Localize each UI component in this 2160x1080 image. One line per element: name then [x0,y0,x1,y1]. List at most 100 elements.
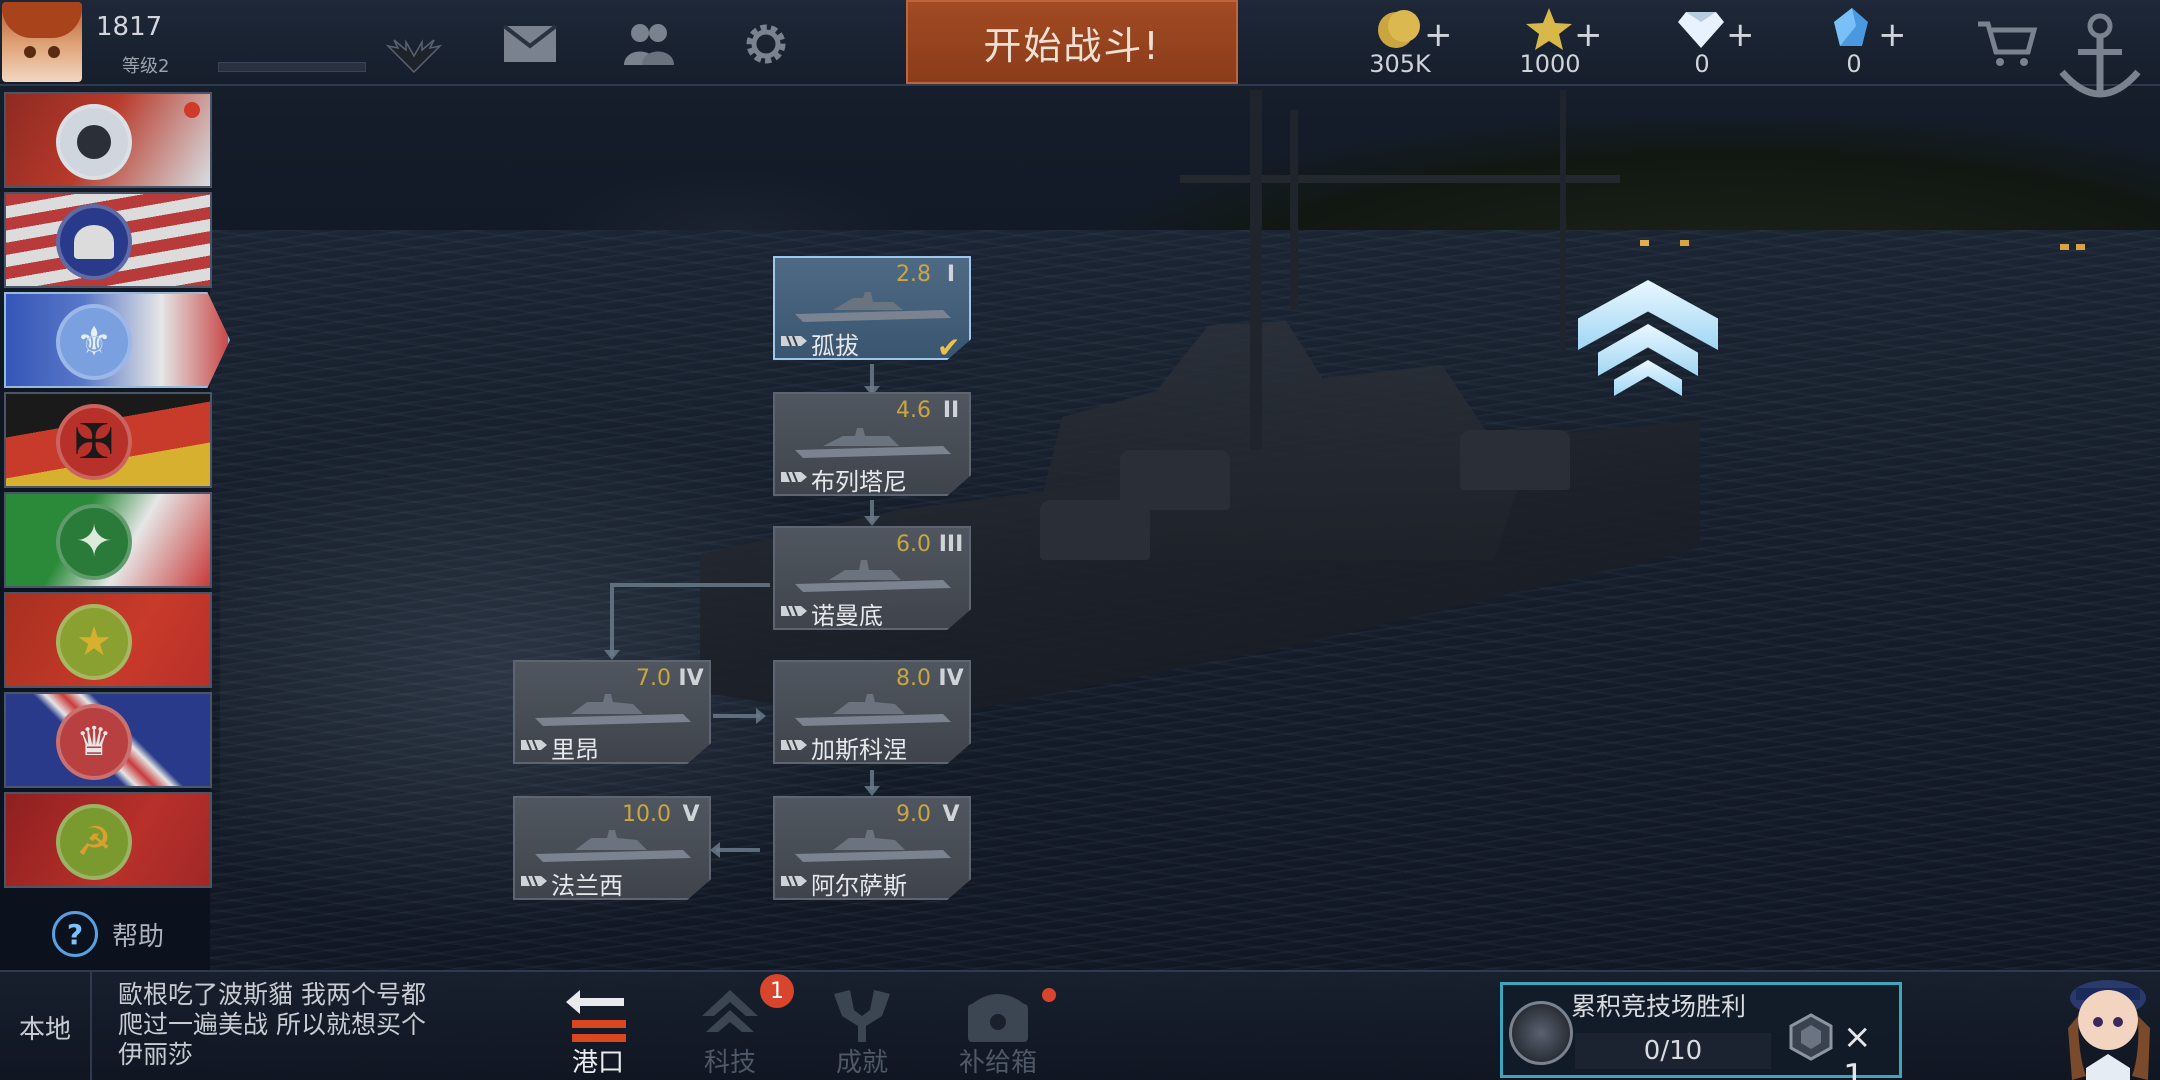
dragon-emblem-icon: ★ [56,604,132,680]
anchor-menu-icon[interactable] [2054,0,2146,106]
ship-silhouette-icon [795,694,951,726]
nav-supply-box[interactable]: 补给箱 [928,972,1068,1080]
arena-wins-task[interactable]: 累积竞技场胜利 0/10 × 1 [1500,982,1902,1080]
crystal-icon [1834,8,1868,46]
resource-blue-crystals[interactable]: + 0 [1804,0,1924,84]
japan-emblem-icon [56,104,132,180]
task-progress-bar: 0/10 [1575,1033,1771,1069]
nav-label: 科技 [703,1048,756,1078]
battleship-class-icon [781,875,807,887]
nav-label: 补给箱 [958,1048,1037,1078]
crown-emblem-icon: ♛ [56,704,132,780]
tech-node-ship[interactable]: 10.0 V 法兰西 [513,796,711,900]
iron-cross-emblem-icon: ✠ [56,404,132,480]
tech-node-ship[interactable]: 4.6 II 布列塔尼 [773,392,971,496]
resource-gold-stars[interactable]: + 1000 [1500,0,1620,84]
resource-value: 0 [1694,50,1710,78]
tier-label: II [942,398,960,423]
nation-flag-soviet[interactable]: ☭ [4,792,212,888]
task-title: 累积竞技场胜利 [1571,992,1747,1021]
ship-silhouette-icon [535,694,691,726]
hammer-sickle-emblem-icon: ☭ [56,804,132,880]
task-reward-count: × 1 [1843,1017,1872,1080]
avatar-eye [24,46,36,58]
tech-node-ship[interactable]: 7.0 IV 里昂 [513,660,711,764]
help-label: 帮助 [112,921,165,952]
tier-label: I [946,262,956,287]
supply-box-icon [968,994,1028,1042]
player-level: 等级2 [122,56,170,77]
tier-label: IV [678,666,704,691]
plus-icon: + [1424,15,1453,55]
nation-flag-japan[interactable] [4,92,212,188]
eagle-emblem-icon [56,204,132,280]
nav-label: 港口 [571,1048,624,1078]
friends-icon [624,24,674,65]
ship-name: 诺曼底 [811,602,883,630]
rank-wings-icon[interactable] [384,38,444,76]
nav-tech[interactable]: 1 科技 [660,972,800,1080]
star-icon [1526,8,1572,50]
achievement-icon [834,990,890,1042]
xp-progress-bar [218,62,366,72]
plus-icon: + [1574,15,1603,55]
plus-icon: + [1726,15,1755,55]
mail-button[interactable] [500,18,560,70]
nav-port[interactable]: 港口 [528,972,668,1080]
ship-name: 法兰西 [551,872,623,900]
gear-icon [746,24,786,64]
tech-node-ship[interactable]: 6.0 III 诺曼底 [773,526,971,630]
bottom-bar: 本地 歐根吃了波斯貓 我两个号都爬过一遍美战 所以就想买个伊丽莎 港口 1 科技… [0,970,2160,1080]
tier-label: V [682,802,700,827]
player-id: 1817 [96,12,163,42]
avatar-hair [2,2,82,38]
settings-button[interactable] [736,18,796,70]
battle-rating: 2.8 [896,262,931,287]
tech-node-ship[interactable]: 9.0 V 阿尔萨斯 [773,796,971,900]
ship-silhouette-icon [795,292,951,322]
nation-flag-italy[interactable]: ✦ [4,492,212,588]
assistant-character-avatar[interactable] [2056,958,2160,1080]
mail-icon [502,24,558,62]
help-button[interactable]: ? 帮助 [52,910,164,958]
coin-icon [1378,10,1420,48]
battleship-class-icon [781,605,807,617]
resource-value: 1000 [1519,50,1581,78]
chat-message[interactable]: 歐根吃了波斯貓 我两个号都爬过一遍美战 所以就想买个伊丽莎 [118,980,428,1080]
tech-icon [702,990,758,1032]
tech-node-ship[interactable]: 2.8 I 孤拔 ✔ [773,256,971,360]
resource-silver-coins[interactable]: + 305K [1350,0,1470,84]
diamond-icon [1678,12,1724,48]
ship-name: 阿尔萨斯 [811,872,907,900]
battle-rating: 10.0 [622,802,671,827]
resource-value: 305K [1369,50,1431,78]
battle-rating: 7.0 [636,666,671,691]
start-battle-button[interactable]: 开始战斗! [906,0,1238,84]
task-progress: 0/10 [1643,1036,1703,1066]
player-avatar[interactable] [2,2,82,82]
tier-label: V [942,802,960,827]
chat-channel-tab[interactable]: 本地 [0,972,92,1080]
notification-badge: 1 [760,974,794,1008]
notification-dot [1042,988,1056,1002]
friends-button[interactable] [618,18,678,70]
ship-silhouette-icon [535,830,691,862]
nation-flag-france[interactable]: ⚜ [4,292,230,388]
shop-cart-icon[interactable] [1976,18,2038,68]
plus-icon: + [1878,15,1907,55]
tech-node-ship[interactable]: 8.0 IV 加斯科涅 [773,660,971,764]
resource-diamonds[interactable]: + 0 [1652,0,1772,84]
battle-rating: 9.0 [896,802,931,827]
ship-silhouette-icon [795,428,951,458]
nation-flag-germany[interactable]: ✠ [4,392,212,488]
ship-name: 布列塔尼 [811,468,907,496]
nation-flag-uk[interactable]: ♛ [4,692,212,788]
fleur-de-lis-emblem-icon: ⚜ [56,304,132,380]
ship-silhouette-icon [795,830,951,862]
nav-achievements[interactable]: 成就 [792,972,932,1080]
ship-name: 孤拔 [811,332,859,360]
nation-flag-china[interactable]: ★ [4,592,212,688]
nation-flag-usa[interactable] [4,192,212,288]
resource-value: 0 [1846,50,1862,78]
help-icon: ? [52,911,98,957]
